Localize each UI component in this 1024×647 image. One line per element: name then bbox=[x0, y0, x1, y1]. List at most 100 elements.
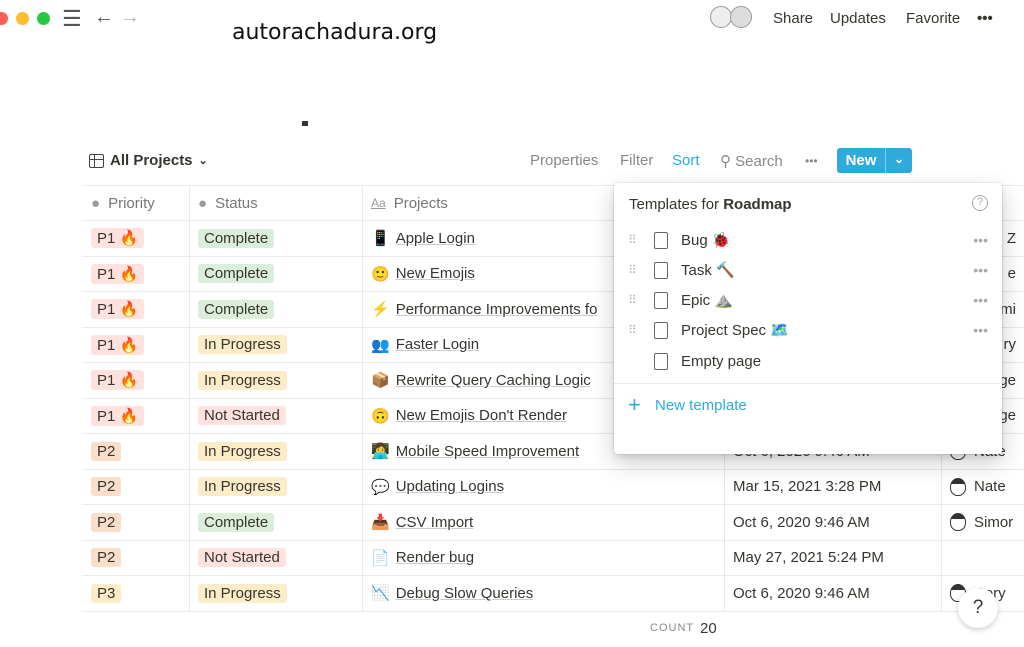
avatar[interactable] bbox=[710, 6, 732, 28]
status-tag[interactable]: In Progress bbox=[198, 477, 287, 497]
priority-tag[interactable]: P3 bbox=[91, 583, 122, 603]
avatar bbox=[950, 513, 966, 532]
help-icon[interactable]: ? bbox=[972, 195, 988, 211]
status-tag[interactable]: In Progress bbox=[198, 441, 287, 461]
date-cell[interactable]: Mar 15, 2021 3:28 PM bbox=[725, 469, 942, 504]
priority-tag[interactable]: P1 🔥 bbox=[91, 370, 145, 391]
priority-tag[interactable]: P1 🔥 bbox=[91, 299, 145, 320]
table-row[interactable]: P2 In Progress 💬 Updating Logins Mar 15, … bbox=[83, 469, 1024, 505]
priority-tag[interactable]: P1 🔥 bbox=[91, 263, 145, 284]
view-selector[interactable]: All Projects ⌄ bbox=[89, 152, 208, 169]
favorite-button[interactable]: Favorite bbox=[906, 10, 960, 27]
project-emoji-icon: 👩‍💻 bbox=[371, 443, 390, 461]
properties-button[interactable]: Properties bbox=[530, 152, 598, 169]
status-tag[interactable]: In Progress bbox=[198, 370, 287, 390]
page-icon bbox=[654, 291, 668, 309]
priority-tag[interactable]: P1 🔥 bbox=[91, 334, 145, 355]
table-row[interactable]: P2 Not Started 📄 Render bug May 27, 2021 … bbox=[83, 540, 1024, 576]
priority-tag[interactable]: P2 bbox=[91, 548, 122, 568]
project-link[interactable]: Mobile Speed Improvement bbox=[396, 443, 579, 460]
chevron-down-icon: ⌄ bbox=[198, 155, 208, 167]
more-icon[interactable]: ••• bbox=[973, 292, 988, 308]
person-cell[interactable]: Nate bbox=[942, 470, 1024, 505]
priority-tag[interactable]: P2 bbox=[91, 477, 122, 497]
project-link[interactable]: CSV Import bbox=[396, 514, 474, 531]
page-icon bbox=[654, 261, 668, 279]
project-link[interactable]: Render bug bbox=[396, 549, 474, 566]
status-tag[interactable]: Not Started bbox=[198, 406, 286, 426]
template-item[interactable]: ⠿ Task 🔨 ••• bbox=[614, 255, 1002, 285]
project-emoji-icon: 📱 bbox=[371, 230, 390, 248]
more-icon[interactable]: ••• bbox=[973, 262, 988, 278]
chevron-down-icon[interactable]: ⌄ bbox=[886, 148, 912, 173]
search-button[interactable]: ⚲ Search bbox=[720, 152, 783, 170]
project-link[interactable]: New Emojis bbox=[396, 265, 475, 282]
status-tag[interactable]: Complete bbox=[198, 512, 275, 532]
drag-handle-icon[interactable]: ⠿ bbox=[628, 293, 637, 307]
sort-button[interactable]: Sort bbox=[672, 152, 700, 169]
person-cell[interactable]: Simor bbox=[942, 505, 1024, 540]
filter-button[interactable]: Filter bbox=[620, 152, 653, 169]
templates-title: Templates for Roadmap bbox=[629, 196, 792, 213]
plus-icon: + bbox=[628, 392, 641, 417]
priority-tag[interactable]: P2 bbox=[91, 512, 122, 532]
status-tag[interactable]: In Progress bbox=[198, 335, 287, 355]
status-tag[interactable]: Complete bbox=[198, 299, 275, 319]
drag-handle-icon[interactable]: ⠿ bbox=[628, 233, 637, 247]
project-emoji-icon: 📥 bbox=[371, 514, 390, 532]
new-template-button[interactable]: + New template bbox=[614, 390, 1002, 420]
search-icon: ⚲ bbox=[720, 153, 731, 170]
priority-header[interactable]: ● Priority bbox=[83, 186, 190, 220]
menu-icon[interactable]: ☰ bbox=[62, 6, 82, 32]
project-emoji-icon: 💬 bbox=[371, 478, 390, 496]
status-header[interactable]: ● Status bbox=[190, 186, 363, 220]
share-button[interactable]: Share bbox=[773, 10, 813, 27]
person-cell[interactable] bbox=[942, 541, 1024, 576]
table-row[interactable]: P3 In Progress 📉 Debug Slow Queries Oct 6… bbox=[83, 576, 1024, 612]
page-icon bbox=[654, 352, 668, 370]
close-window-button[interactable] bbox=[0, 12, 8, 25]
more-icon[interactable]: ••• bbox=[973, 322, 988, 338]
project-link[interactable]: Apple Login bbox=[396, 230, 475, 247]
avatar[interactable] bbox=[730, 6, 752, 28]
more-options-button[interactable]: ••• bbox=[805, 154, 818, 168]
date-cell[interactable]: May 27, 2021 5:24 PM bbox=[725, 540, 942, 575]
status-tag[interactable]: Complete bbox=[198, 264, 275, 284]
priority-tag[interactable]: P1 🔥 bbox=[91, 405, 145, 426]
project-link[interactable]: Rewrite Query Caching Logic bbox=[396, 372, 591, 389]
back-arrow-icon[interactable]: ← bbox=[94, 6, 114, 29]
date-cell[interactable]: Oct 6, 2020 9:46 AM bbox=[725, 505, 942, 540]
project-link[interactable]: Updating Logins bbox=[396, 478, 504, 495]
status-tag[interactable]: Complete bbox=[198, 228, 275, 248]
watermark: autorachadura.org bbox=[232, 20, 438, 45]
template-empty-page[interactable]: Empty page bbox=[614, 346, 1002, 376]
project-emoji-icon: 📦 bbox=[371, 372, 390, 390]
project-link[interactable]: Performance Improvements fo bbox=[396, 301, 598, 318]
project-emoji-icon: 🙂 bbox=[371, 265, 390, 283]
date-cell[interactable]: Oct 6, 2020 9:46 AM bbox=[725, 576, 942, 611]
minimize-window-button[interactable] bbox=[16, 12, 29, 25]
forward-arrow-icon[interactable]: → bbox=[120, 6, 140, 29]
template-item[interactable]: ⠿ Epic ⛰️ ••• bbox=[614, 285, 1002, 315]
status-tag[interactable]: Not Started bbox=[198, 548, 286, 568]
template-item[interactable]: ⠿ Bug 🐞 ••• bbox=[614, 225, 1002, 255]
project-link[interactable]: Debug Slow Queries bbox=[396, 585, 534, 602]
project-link[interactable]: Faster Login bbox=[396, 336, 479, 353]
count-value: 20 bbox=[700, 620, 717, 637]
drag-handle-icon[interactable]: ⠿ bbox=[628, 263, 637, 277]
maximize-window-button[interactable] bbox=[37, 12, 50, 25]
help-button[interactable]: ? bbox=[958, 588, 998, 628]
priority-tag[interactable]: P1 🔥 bbox=[91, 228, 145, 249]
project-emoji-icon: 👥 bbox=[371, 336, 390, 354]
table-icon bbox=[89, 153, 104, 168]
table-row[interactable]: P2 Complete 📥 CSV Import Oct 6, 2020 9:46… bbox=[83, 505, 1024, 541]
new-button[interactable]: New ⌄ bbox=[837, 148, 912, 173]
priority-tag[interactable]: P2 bbox=[91, 441, 122, 461]
template-item[interactable]: ⠿ Project Spec 🗺️ ••• bbox=[614, 315, 1002, 345]
status-tag[interactable]: In Progress bbox=[198, 583, 287, 603]
more-button[interactable]: ••• bbox=[977, 10, 993, 27]
more-icon[interactable]: ••• bbox=[973, 232, 988, 248]
project-link[interactable]: New Emojis Don't Render bbox=[396, 407, 567, 424]
updates-button[interactable]: Updates bbox=[830, 10, 886, 27]
drag-handle-icon[interactable]: ⠿ bbox=[628, 323, 637, 337]
